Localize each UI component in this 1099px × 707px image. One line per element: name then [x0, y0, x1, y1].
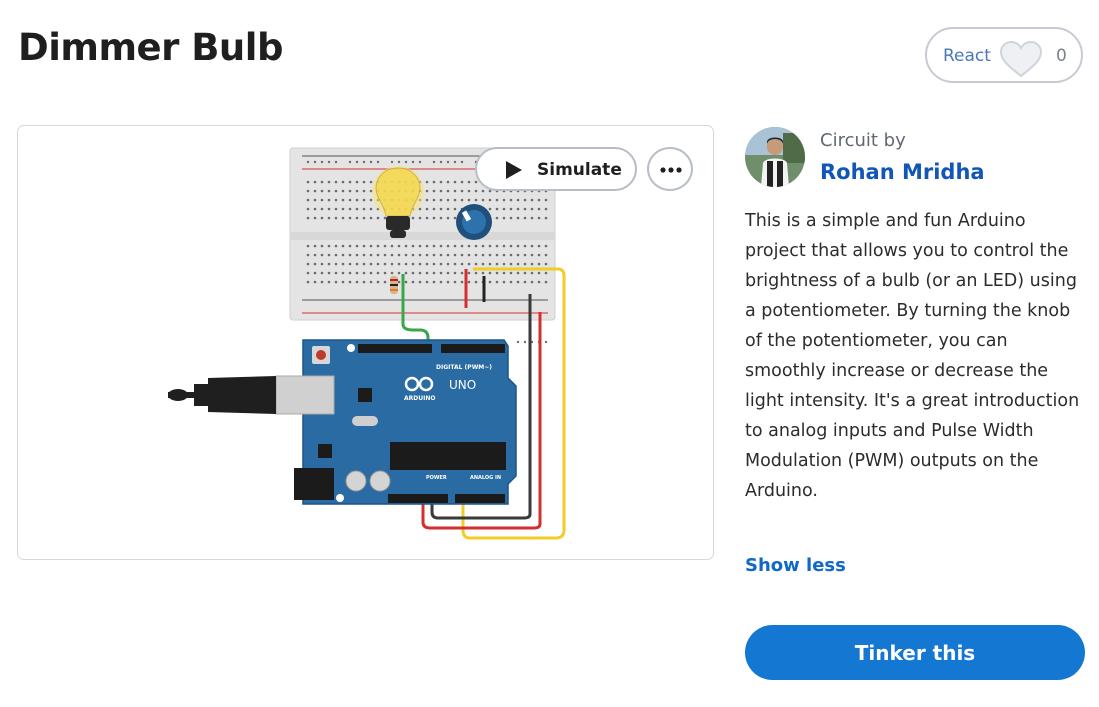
- react-label: React: [943, 46, 991, 66]
- circuit-viewer[interactable]: DIGITAL (PWM~) ARDUINO UNO POWER ANALOG …: [17, 125, 714, 560]
- react-button[interactable]: React 0: [925, 27, 1083, 83]
- simulate-button[interactable]: Simulate: [475, 147, 637, 191]
- play-icon: [506, 161, 522, 179]
- arduino-board: DIGITAL (PWM~) ARDUINO UNO POWER ANALOG …: [294, 339, 517, 505]
- potentiometer: [456, 204, 492, 240]
- board-brand-label: ARDUINO: [404, 395, 435, 402]
- resistor: [390, 276, 398, 294]
- tinker-this-button[interactable]: Tinker this: [745, 625, 1085, 680]
- project-title: Dimmer Bulb: [18, 26, 283, 69]
- author-avatar[interactable]: [745, 127, 805, 187]
- board-analog-label: ANALOG IN: [470, 475, 501, 481]
- more-options-button[interactable]: [647, 147, 693, 191]
- project-description: This is a simple and fun Arduino project…: [745, 211, 1080, 501]
- usb-cable: [168, 375, 335, 415]
- board-power-label: POWER: [426, 475, 447, 481]
- react-count: 0: [1056, 46, 1067, 66]
- board-uno-label: UNO: [449, 378, 476, 392]
- more-options-icon: [660, 167, 682, 173]
- heart-icon: [999, 40, 1043, 78]
- simulate-label: Simulate: [537, 160, 622, 180]
- avatar-image: [745, 127, 805, 187]
- board-digital-label: DIGITAL (PWM~): [436, 364, 492, 371]
- circuit-diagram: DIGITAL (PWM~) ARDUINO UNO POWER ANALOG …: [168, 147, 566, 540]
- author-name-link[interactable]: Rohan Mridha: [820, 160, 985, 184]
- circuit-by-label: Circuit by: [820, 130, 906, 151]
- show-less-link[interactable]: Show less: [745, 555, 846, 576]
